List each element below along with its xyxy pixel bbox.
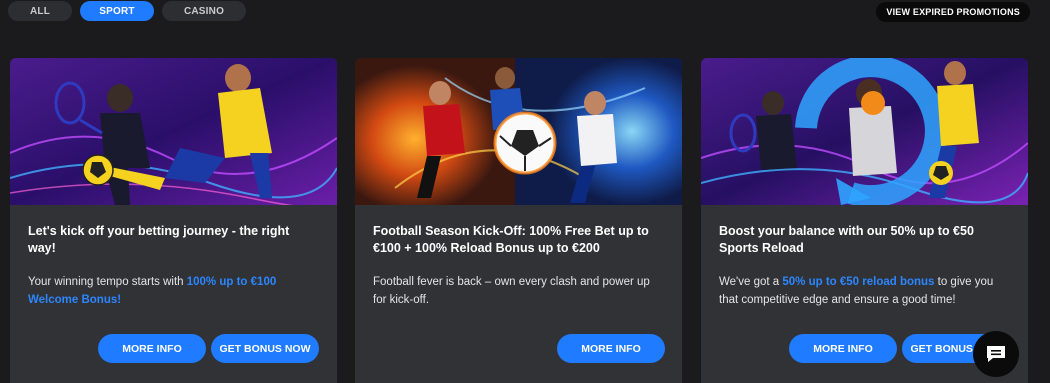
promo-image-reload-athletes [701, 58, 1028, 205]
promo-description: Your winning tempo starts with 100% up t… [28, 276, 277, 306]
more-info-button[interactable]: MORE INFO [98, 334, 206, 363]
promo-title: Football Season Kick-Off: 100% Free Bet … [373, 224, 649, 255]
category-filter: ALL SPORT CASINO [8, 1, 246, 21]
promo-card-welcome: Let's kick off your betting journey - th… [10, 58, 337, 383]
bonus-highlight-link[interactable]: 50% up to €50 reload bonus [782, 276, 934, 288]
get-bonus-now-button[interactable]: GET BONUS NOW [211, 334, 319, 363]
filter-all[interactable]: ALL [8, 1, 72, 21]
filter-sport[interactable]: SPORT [80, 1, 154, 21]
promo-title: Let's kick off your betting journey - th… [28, 224, 290, 255]
more-info-button[interactable]: MORE INFO [557, 334, 665, 363]
chat-bubble-icon[interactable] [973, 331, 1019, 377]
promo-card-sports-reload: Boost your balance with our 50% up to €5… [701, 58, 1028, 383]
promo-card-football-season: Football Season Kick-Off: 100% Free Bet … [355, 58, 682, 383]
more-info-button[interactable]: MORE INFO [789, 334, 897, 363]
filter-casino[interactable]: CASINO [162, 1, 246, 21]
promo-description: Football fever is back – own every clash… [373, 276, 650, 306]
promo-image-football-players [355, 58, 682, 205]
promo-title: Boost your balance with our 50% up to €5… [719, 224, 974, 255]
promo-image-tennis-football [10, 58, 337, 205]
promo-description: We've got a 50% up to €50 reload bonus t… [719, 276, 994, 306]
view-expired-promotions-button[interactable]: VIEW EXPIRED PROMOTIONS [876, 2, 1030, 22]
